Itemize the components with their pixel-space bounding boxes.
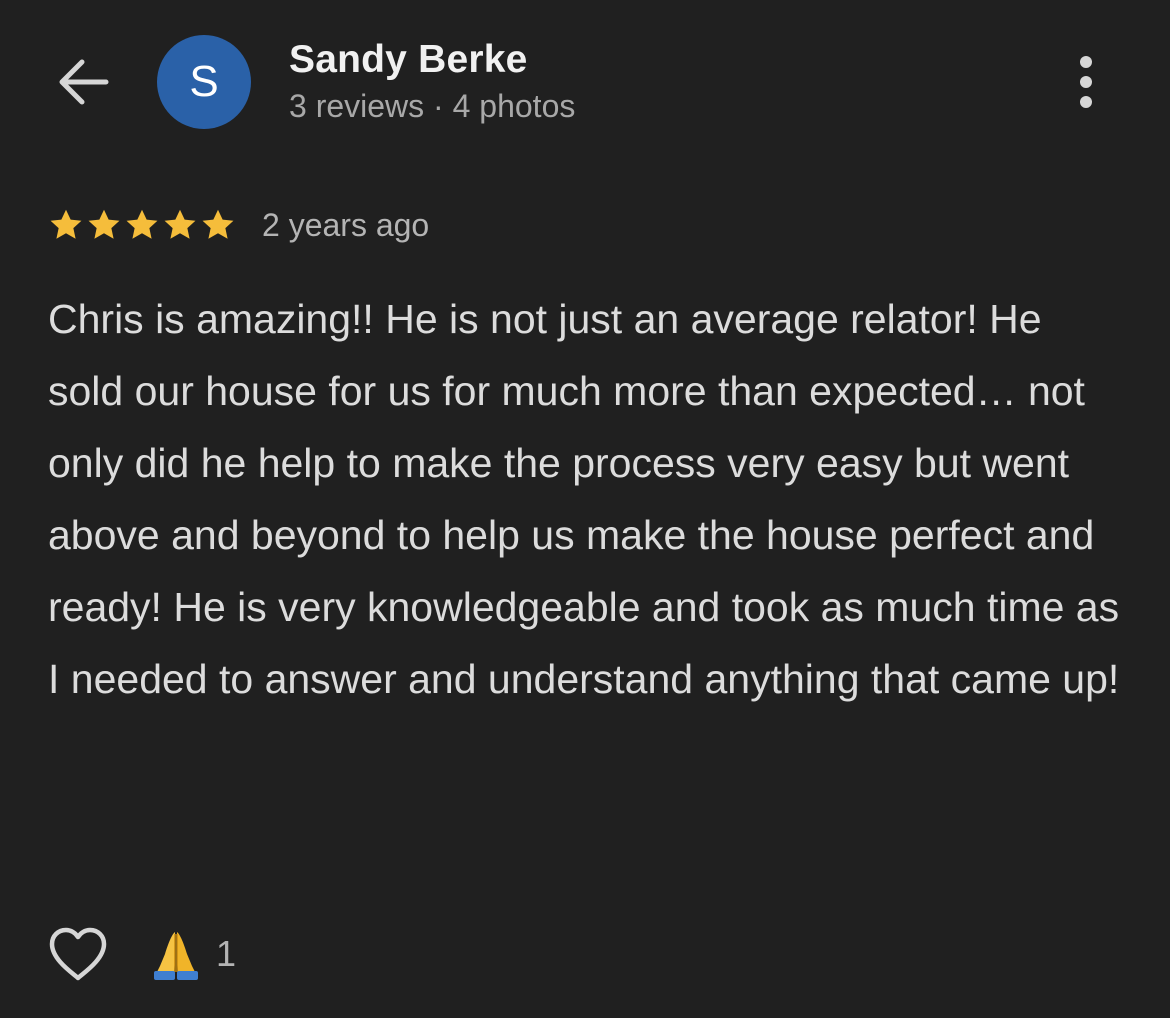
more-options-button[interactable] <box>1062 52 1110 112</box>
avatar-initial: S <box>189 57 219 106</box>
folded-hands-icon <box>154 932 198 980</box>
reviewer-meta: 3 reviews · 4 photos <box>289 88 576 124</box>
star-rating <box>48 207 236 243</box>
star-icon <box>126 209 158 239</box>
avatar[interactable]: S <box>157 35 251 129</box>
more-vertical-icon <box>1080 56 1092 68</box>
review-text: Chris is amazing!! He is not just an ave… <box>48 296 1120 702</box>
rating-row: 2 years ago <box>48 200 429 250</box>
reaction-count: 1 <box>216 933 237 974</box>
like-button[interactable] <box>46 922 110 986</box>
star-icon <box>88 209 120 239</box>
arrow-back-icon <box>59 59 109 105</box>
heart-outline-icon <box>49 927 107 981</box>
review-actions: 1 <box>46 922 236 986</box>
review-header: S Sandy Berke 3 reviews · 4 photos <box>0 0 1170 180</box>
review-date: 2 years ago <box>262 206 430 243</box>
star-icon <box>202 209 234 239</box>
more-vertical-icon <box>1080 96 1092 108</box>
star-icon <box>50 209 82 239</box>
reaction-button[interactable]: 1 <box>148 926 236 982</box>
star-icon <box>164 209 196 239</box>
back-button[interactable] <box>52 52 116 112</box>
reviewer-name[interactable]: Sandy Berke <box>289 38 528 82</box>
more-vertical-icon <box>1080 76 1092 88</box>
